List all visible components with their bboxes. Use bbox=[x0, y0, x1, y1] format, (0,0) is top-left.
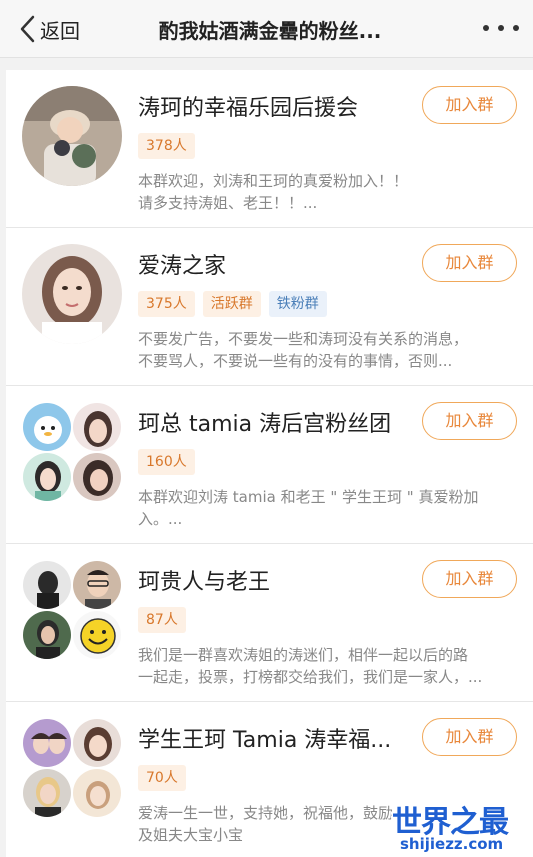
site-watermark: 世界之最 shijiezz.com bbox=[392, 797, 528, 857]
nav-bar: 返回 酌我姑酒满金罍的粉丝... bbox=[0, 0, 533, 58]
group-item[interactable]: 爱涛之家 加入群 375人 活跃群 铁粉群 不要发广告，不要发一些和涛珂没有关系… bbox=[6, 228, 533, 386]
member-avatar bbox=[72, 402, 122, 452]
desc-line: 本群欢迎刘涛 tamia 和老王 " 学生王珂 " 真爱粉加 bbox=[138, 488, 479, 506]
group-description: 我们是一群喜欢涛姐的涛迷们，相伴一起以后的路 一起走，投票，打榜都交给我们，我们… bbox=[138, 644, 518, 688]
group-tags: 375人 活跃群 铁粉群 bbox=[138, 291, 327, 317]
desc-line: 本群欢迎，刘涛和王珂的真爱粉加入！！ bbox=[138, 172, 409, 190]
member-count-badge: 160人 bbox=[138, 449, 195, 475]
group-description: 不要发广告，不要发一些和涛珂没有关系的消息， 不要骂人，不要说一些有的没有的事情… bbox=[138, 328, 518, 372]
join-group-button[interactable]: 加入群 bbox=[422, 560, 517, 598]
group-avatar-grid bbox=[22, 560, 122, 660]
back-button[interactable]: 返回 bbox=[18, 14, 80, 44]
member-avatar bbox=[22, 718, 72, 768]
group-description: 本群欢迎刘涛 tamia 和老王 " 学生王珂 " 真爱粉加 入。... bbox=[138, 486, 518, 530]
group-name: 珂贵人与老王 bbox=[138, 570, 271, 595]
group-avatar bbox=[22, 86, 122, 186]
group-tags: 160人 bbox=[138, 449, 195, 475]
member-avatar bbox=[72, 718, 122, 768]
page-title: 酌我姑酒满金罍的粉丝... bbox=[158, 19, 382, 43]
join-group-button[interactable]: 加入群 bbox=[422, 718, 517, 756]
group-tags: 87人 bbox=[138, 607, 186, 633]
back-label: 返回 bbox=[40, 18, 80, 43]
group-item[interactable]: 珂总 tamia 涛后宫粉丝团 加入群 160人 本群欢迎刘涛 tamia 和老… bbox=[6, 386, 533, 544]
group-avatar-grid bbox=[22, 402, 122, 502]
member-avatar bbox=[72, 452, 122, 502]
join-group-button[interactable]: 加入群 bbox=[422, 402, 517, 440]
group-item[interactable]: 珂贵人与老王 加入群 87人 我们是一群喜欢涛姐的涛迷们，相伴一起以后的路 一起… bbox=[6, 544, 533, 702]
group-tags: 378人 bbox=[138, 133, 195, 159]
group-name: 爱涛之家 bbox=[138, 254, 227, 279]
chevron-left-icon bbox=[20, 15, 35, 43]
member-count-badge: 375人 bbox=[138, 291, 195, 317]
group-name: 涛珂的幸福乐园后援会 bbox=[138, 96, 359, 121]
desc-line: 不要发广告，不要发一些和涛珂没有关系的消息， bbox=[138, 330, 469, 348]
group-name: 学生王珂 Tamia 涛幸福... bbox=[138, 728, 392, 753]
desc-line: 我们是一群喜欢涛姐的涛迷们，相伴一起以后的路 bbox=[138, 646, 469, 664]
watermark-en: shijiezz.com bbox=[400, 835, 504, 853]
member-count-badge: 378人 bbox=[138, 133, 195, 159]
desc-line: 不要骂人，不要说一些有的没有的事情，否则... bbox=[138, 352, 453, 370]
member-avatar bbox=[72, 610, 122, 660]
more-dot-icon bbox=[498, 25, 504, 31]
more-menu-button[interactable] bbox=[483, 22, 519, 34]
desc-line: 请多支持涛姐、老王！！... bbox=[138, 194, 318, 212]
member-avatar bbox=[22, 610, 72, 660]
join-group-button[interactable]: 加入群 bbox=[422, 86, 517, 124]
more-dot-icon bbox=[513, 25, 519, 31]
member-count-badge: 70人 bbox=[138, 765, 186, 791]
member-avatar bbox=[22, 452, 72, 502]
loyal-fans-badge: 铁粉群 bbox=[268, 291, 327, 317]
group-description: 本群欢迎，刘涛和王珂的真爱粉加入！！ 请多支持涛姐、老王！！... bbox=[138, 170, 518, 214]
member-avatar bbox=[22, 560, 72, 610]
member-avatar bbox=[22, 768, 72, 818]
group-list: 涛珂的幸福乐园后援会 加入群 378人 本群欢迎，刘涛和王珂的真爱粉加入！！ 请… bbox=[6, 70, 533, 857]
desc-line: 一起走，投票，打榜都交给我们，我们是一家人，... bbox=[138, 668, 483, 686]
member-count-badge: 87人 bbox=[138, 607, 186, 633]
group-tags: 70人 bbox=[138, 765, 186, 791]
member-avatar bbox=[72, 768, 122, 818]
join-group-button[interactable]: 加入群 bbox=[422, 244, 517, 282]
member-avatar bbox=[72, 560, 122, 610]
group-item[interactable]: 涛珂的幸福乐园后援会 加入群 378人 本群欢迎，刘涛和王珂的真爱粉加入！！ 请… bbox=[6, 70, 533, 228]
group-avatar bbox=[22, 244, 122, 344]
member-avatar bbox=[22, 402, 72, 452]
more-dot-icon bbox=[483, 25, 489, 31]
group-name: 珂总 tamia 涛后宫粉丝团 bbox=[138, 412, 392, 437]
group-avatar-grid bbox=[22, 718, 122, 818]
desc-line: 入。... bbox=[138, 510, 183, 528]
active-group-badge: 活跃群 bbox=[202, 291, 261, 317]
